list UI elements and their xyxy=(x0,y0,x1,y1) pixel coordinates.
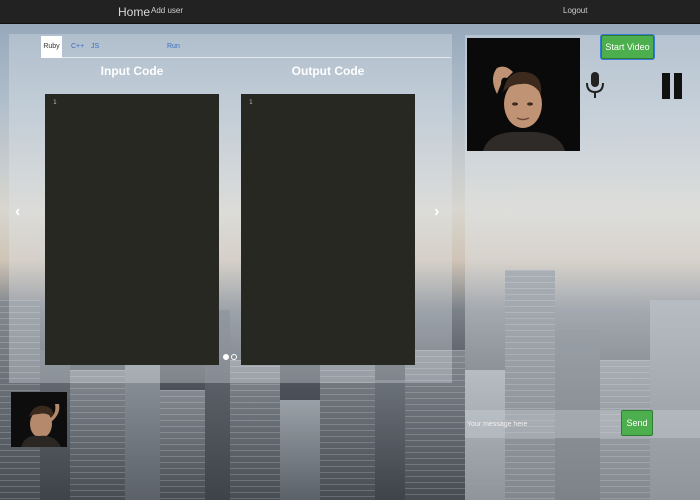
nav-logout-link[interactable]: Logout xyxy=(563,6,587,15)
tab-js[interactable]: JS xyxy=(91,38,99,56)
chevron-right-icon[interactable]: › xyxy=(434,203,439,221)
line-number: 1 xyxy=(249,99,253,106)
carousel-dot-1[interactable] xyxy=(223,354,229,360)
code-editor-panel: Ruby C++ JS Run Input Code Output Code 1… xyxy=(9,34,452,383)
carousel-indicators xyxy=(223,354,243,362)
remote-video xyxy=(467,38,580,151)
carousel-dot-2[interactable] xyxy=(231,354,237,360)
nav-add-user-link[interactable]: Add user xyxy=(151,6,183,15)
tab-ruby[interactable]: Ruby xyxy=(41,36,62,58)
message-input[interactable] xyxy=(467,412,617,436)
output-code-title: Output Code xyxy=(291,64,365,78)
message-bar: Send xyxy=(465,410,700,438)
output-code-editor[interactable]: 1 xyxy=(241,94,415,365)
tab-divider xyxy=(41,57,451,58)
run-button[interactable]: Run xyxy=(167,38,180,56)
local-video xyxy=(11,392,67,447)
send-button[interactable]: Send xyxy=(621,410,653,436)
input-code-editor[interactable]: 1 xyxy=(45,94,219,365)
chevron-left-icon[interactable]: ‹ xyxy=(15,203,20,221)
microphone-icon[interactable] xyxy=(585,71,605,101)
pause-icon[interactable] xyxy=(662,73,684,99)
nav-home-link[interactable]: Home xyxy=(118,5,150,19)
tab-cpp[interactable]: C++ xyxy=(71,38,84,56)
start-video-button[interactable]: Start Video xyxy=(601,35,654,59)
top-navbar: Home Add user Logout xyxy=(0,0,700,24)
input-code-title: Input Code xyxy=(100,64,164,78)
video-chat-panel: Start Video Send xyxy=(465,35,700,500)
line-number: 1 xyxy=(53,99,57,106)
